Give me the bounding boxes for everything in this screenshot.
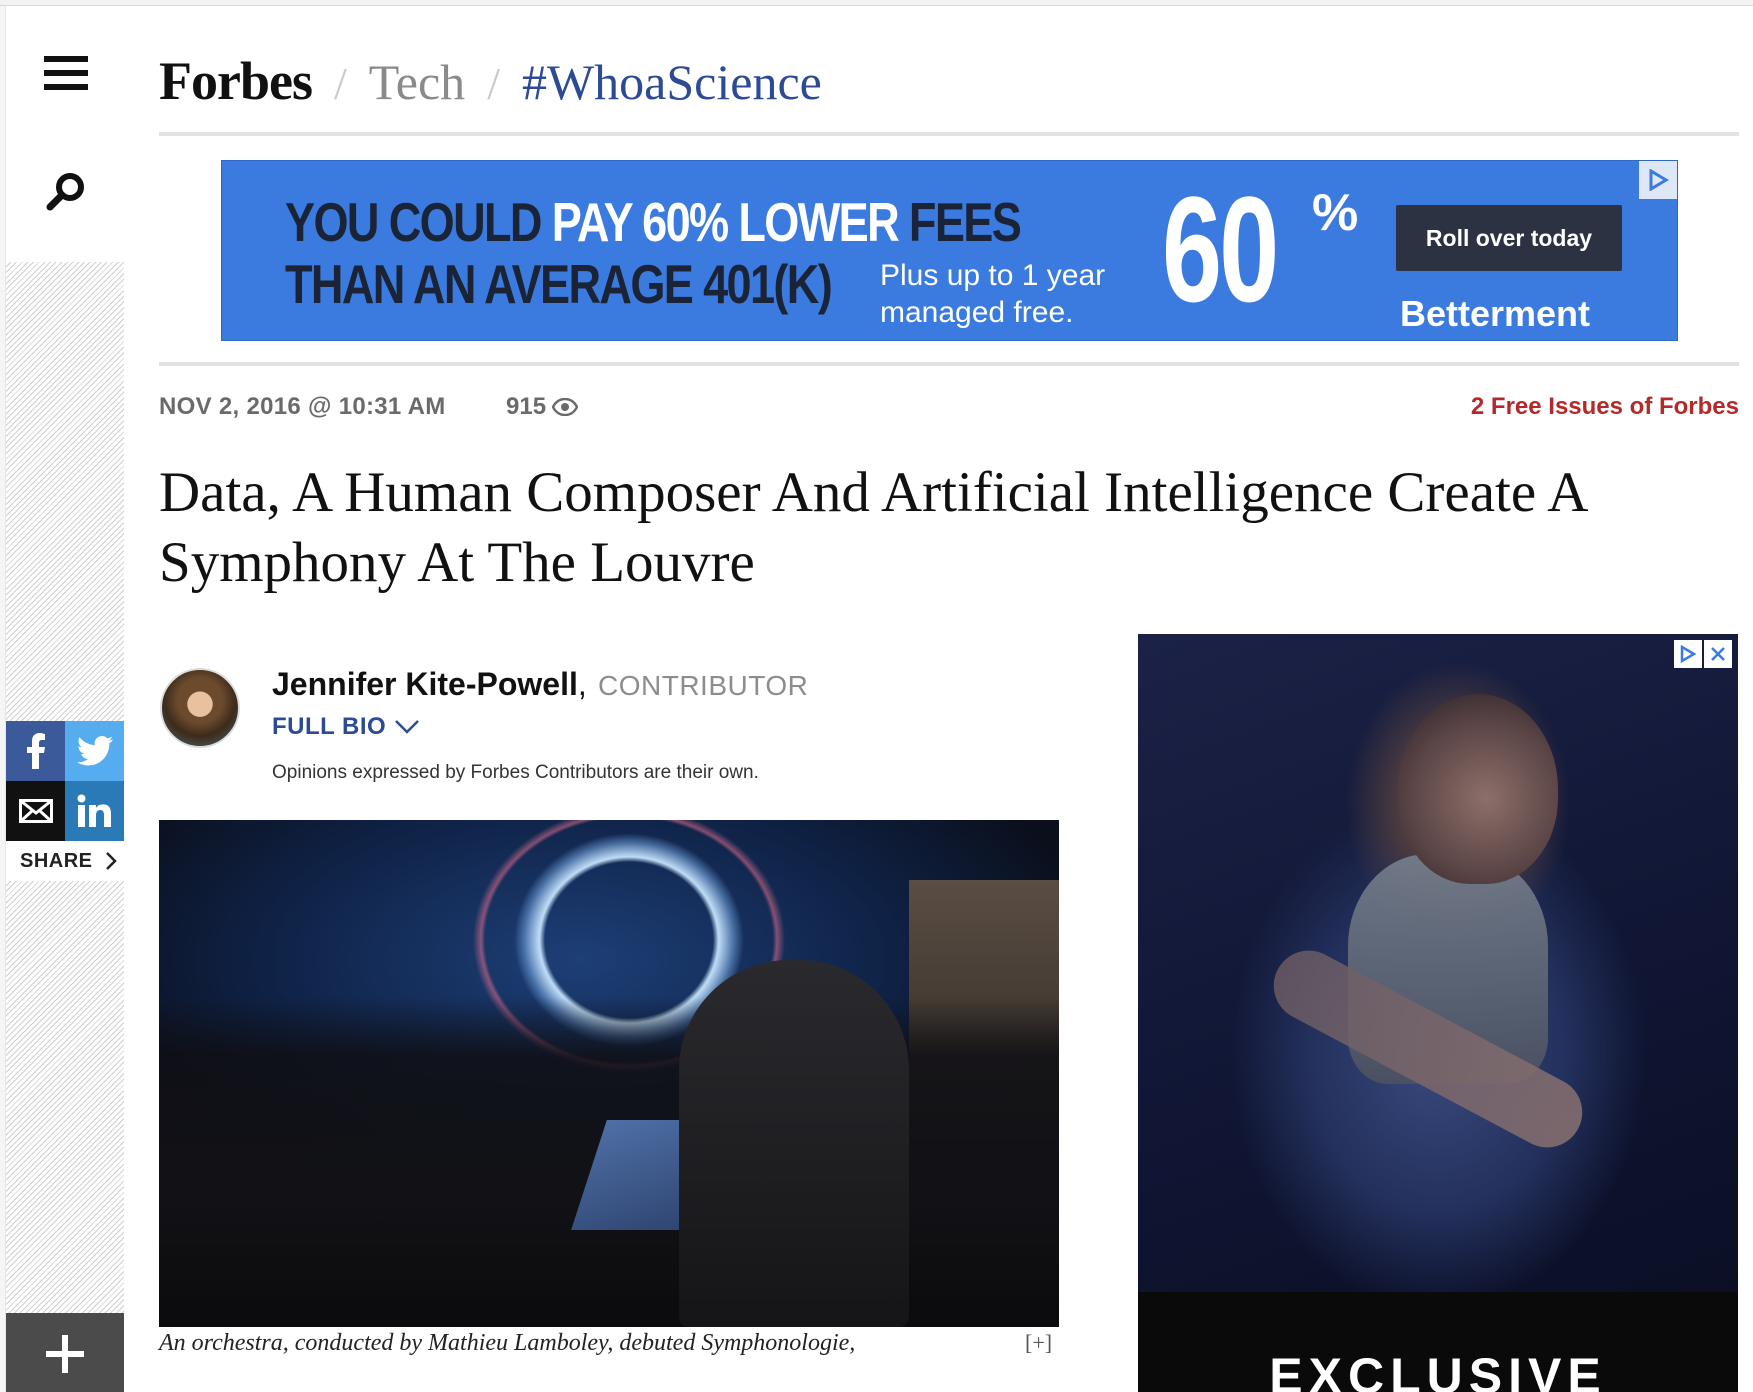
ad-advertiser: Betterment [1400,293,1591,334]
breadcrumb-channel[interactable]: #WhoaScience [522,53,822,111]
breadcrumb: Forbes / Tech / #WhoaScience [159,50,822,114]
linkedin-share-button[interactable] [65,781,124,841]
share-buttons [6,721,124,841]
author-avatar[interactable] [160,668,240,748]
free-issues-link[interactable]: 2 Free Issues of Forbes [1471,393,1739,421]
breadcrumb-separator: / [333,58,347,109]
close-icon[interactable] [1704,640,1732,668]
article-hero-image[interactable] [159,820,1059,1327]
forbes-logo[interactable]: Forbes [159,50,313,112]
breadcrumb-separator: / [487,58,500,109]
article-headline: Data, A Human Composer And Artificial In… [159,461,1586,594]
eye-icon [552,398,579,416]
facebook-icon [26,733,45,769]
divider [159,362,1739,366]
contributor-disclaimer: Opinions expressed by Forbes Contributor… [272,762,759,783]
ad-exclusive-text: EXCLUSIVE [1269,1348,1607,1392]
ad-subtext: Plus up to 1 year managed free. [880,259,1106,329]
search-icon[interactable] [44,170,94,220]
share-toggle[interactable]: SHARE [6,841,124,881]
caption-expand-button[interactable]: [+] [1025,1330,1052,1356]
breadcrumb-section[interactable]: Tech [369,53,465,111]
view-count-value: 915 [506,393,547,420]
ad-controls [1674,640,1732,668]
top-banner-ad[interactable]: YOU COULD PAY 60% LOWER FEES THAN AN AVE… [221,160,1678,341]
envelope-icon [18,799,53,823]
full-bio-toggle[interactable]: FULL BIO [272,713,420,741]
hamburger-menu-icon[interactable] [44,56,88,94]
facebook-share-button[interactable] [6,721,65,781]
adchoices-icon[interactable] [1674,640,1702,668]
window-top-border [0,0,1753,6]
author-role: CONTRIBUTOR [598,670,809,701]
divider [159,132,1739,136]
twitter-share-button[interactable] [65,721,124,781]
full-bio-label: FULL BIO [272,713,387,740]
adchoices-icon[interactable] [1639,161,1677,199]
rail-hatch-pattern-lower [6,881,124,1313]
ad-big-number: 60 [1162,165,1279,333]
plus-icon [46,1335,84,1373]
chevron-right-icon [105,852,117,870]
side-video-ad[interactable]: EXCLUSIVE [1138,634,1738,1392]
linkedin-icon [77,794,111,827]
share-label: SHARE [20,849,93,872]
image-caption: An orchestra, conducted by Mathieu Lambo… [159,1330,856,1356]
twitter-icon [76,736,113,766]
more-button[interactable] [6,1313,124,1392]
chevron-down-icon [395,720,420,734]
ad-percent-sign: % [1312,184,1359,242]
publish-date: NOV 2, 2016 @ 10:31 AM [159,393,446,420]
rail-hatch-pattern [6,262,124,721]
view-count: 915 [506,393,579,421]
ad-cta-button[interactable]: Roll over today [1396,205,1622,271]
author-name[interactable]: Jennifer Kite-Powell, [272,666,587,703]
email-share-button[interactable] [6,781,65,841]
ad-banner-strip: EXCLUSIVE [1138,1292,1738,1392]
